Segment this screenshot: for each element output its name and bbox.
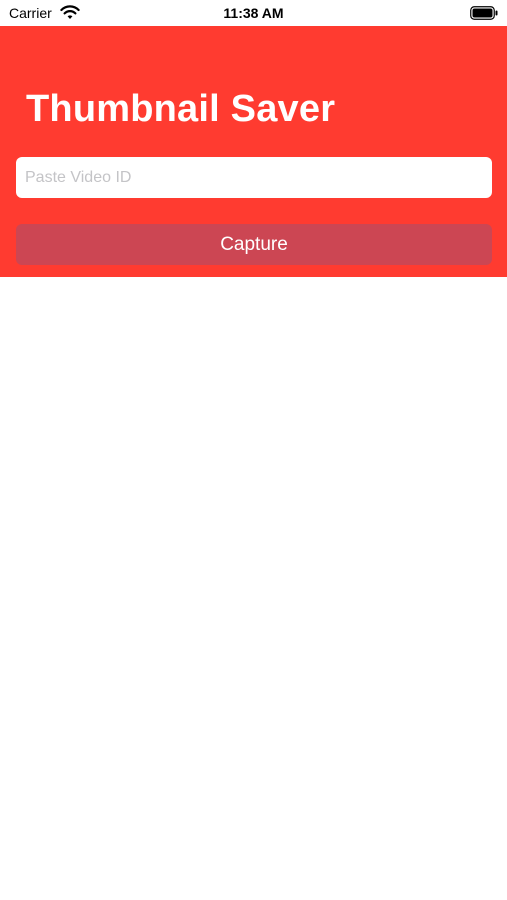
header: Thumbnail Saver Capture — [0, 26, 507, 277]
capture-button[interactable]: Capture — [16, 224, 492, 265]
page-title: Thumbnail Saver — [26, 88, 336, 130]
battery-icon — [470, 6, 498, 20]
status-bar: Carrier 11:38 AM — [0, 0, 507, 26]
status-time: 11:38 AM — [223, 5, 284, 21]
video-id-input[interactable] — [16, 157, 492, 198]
